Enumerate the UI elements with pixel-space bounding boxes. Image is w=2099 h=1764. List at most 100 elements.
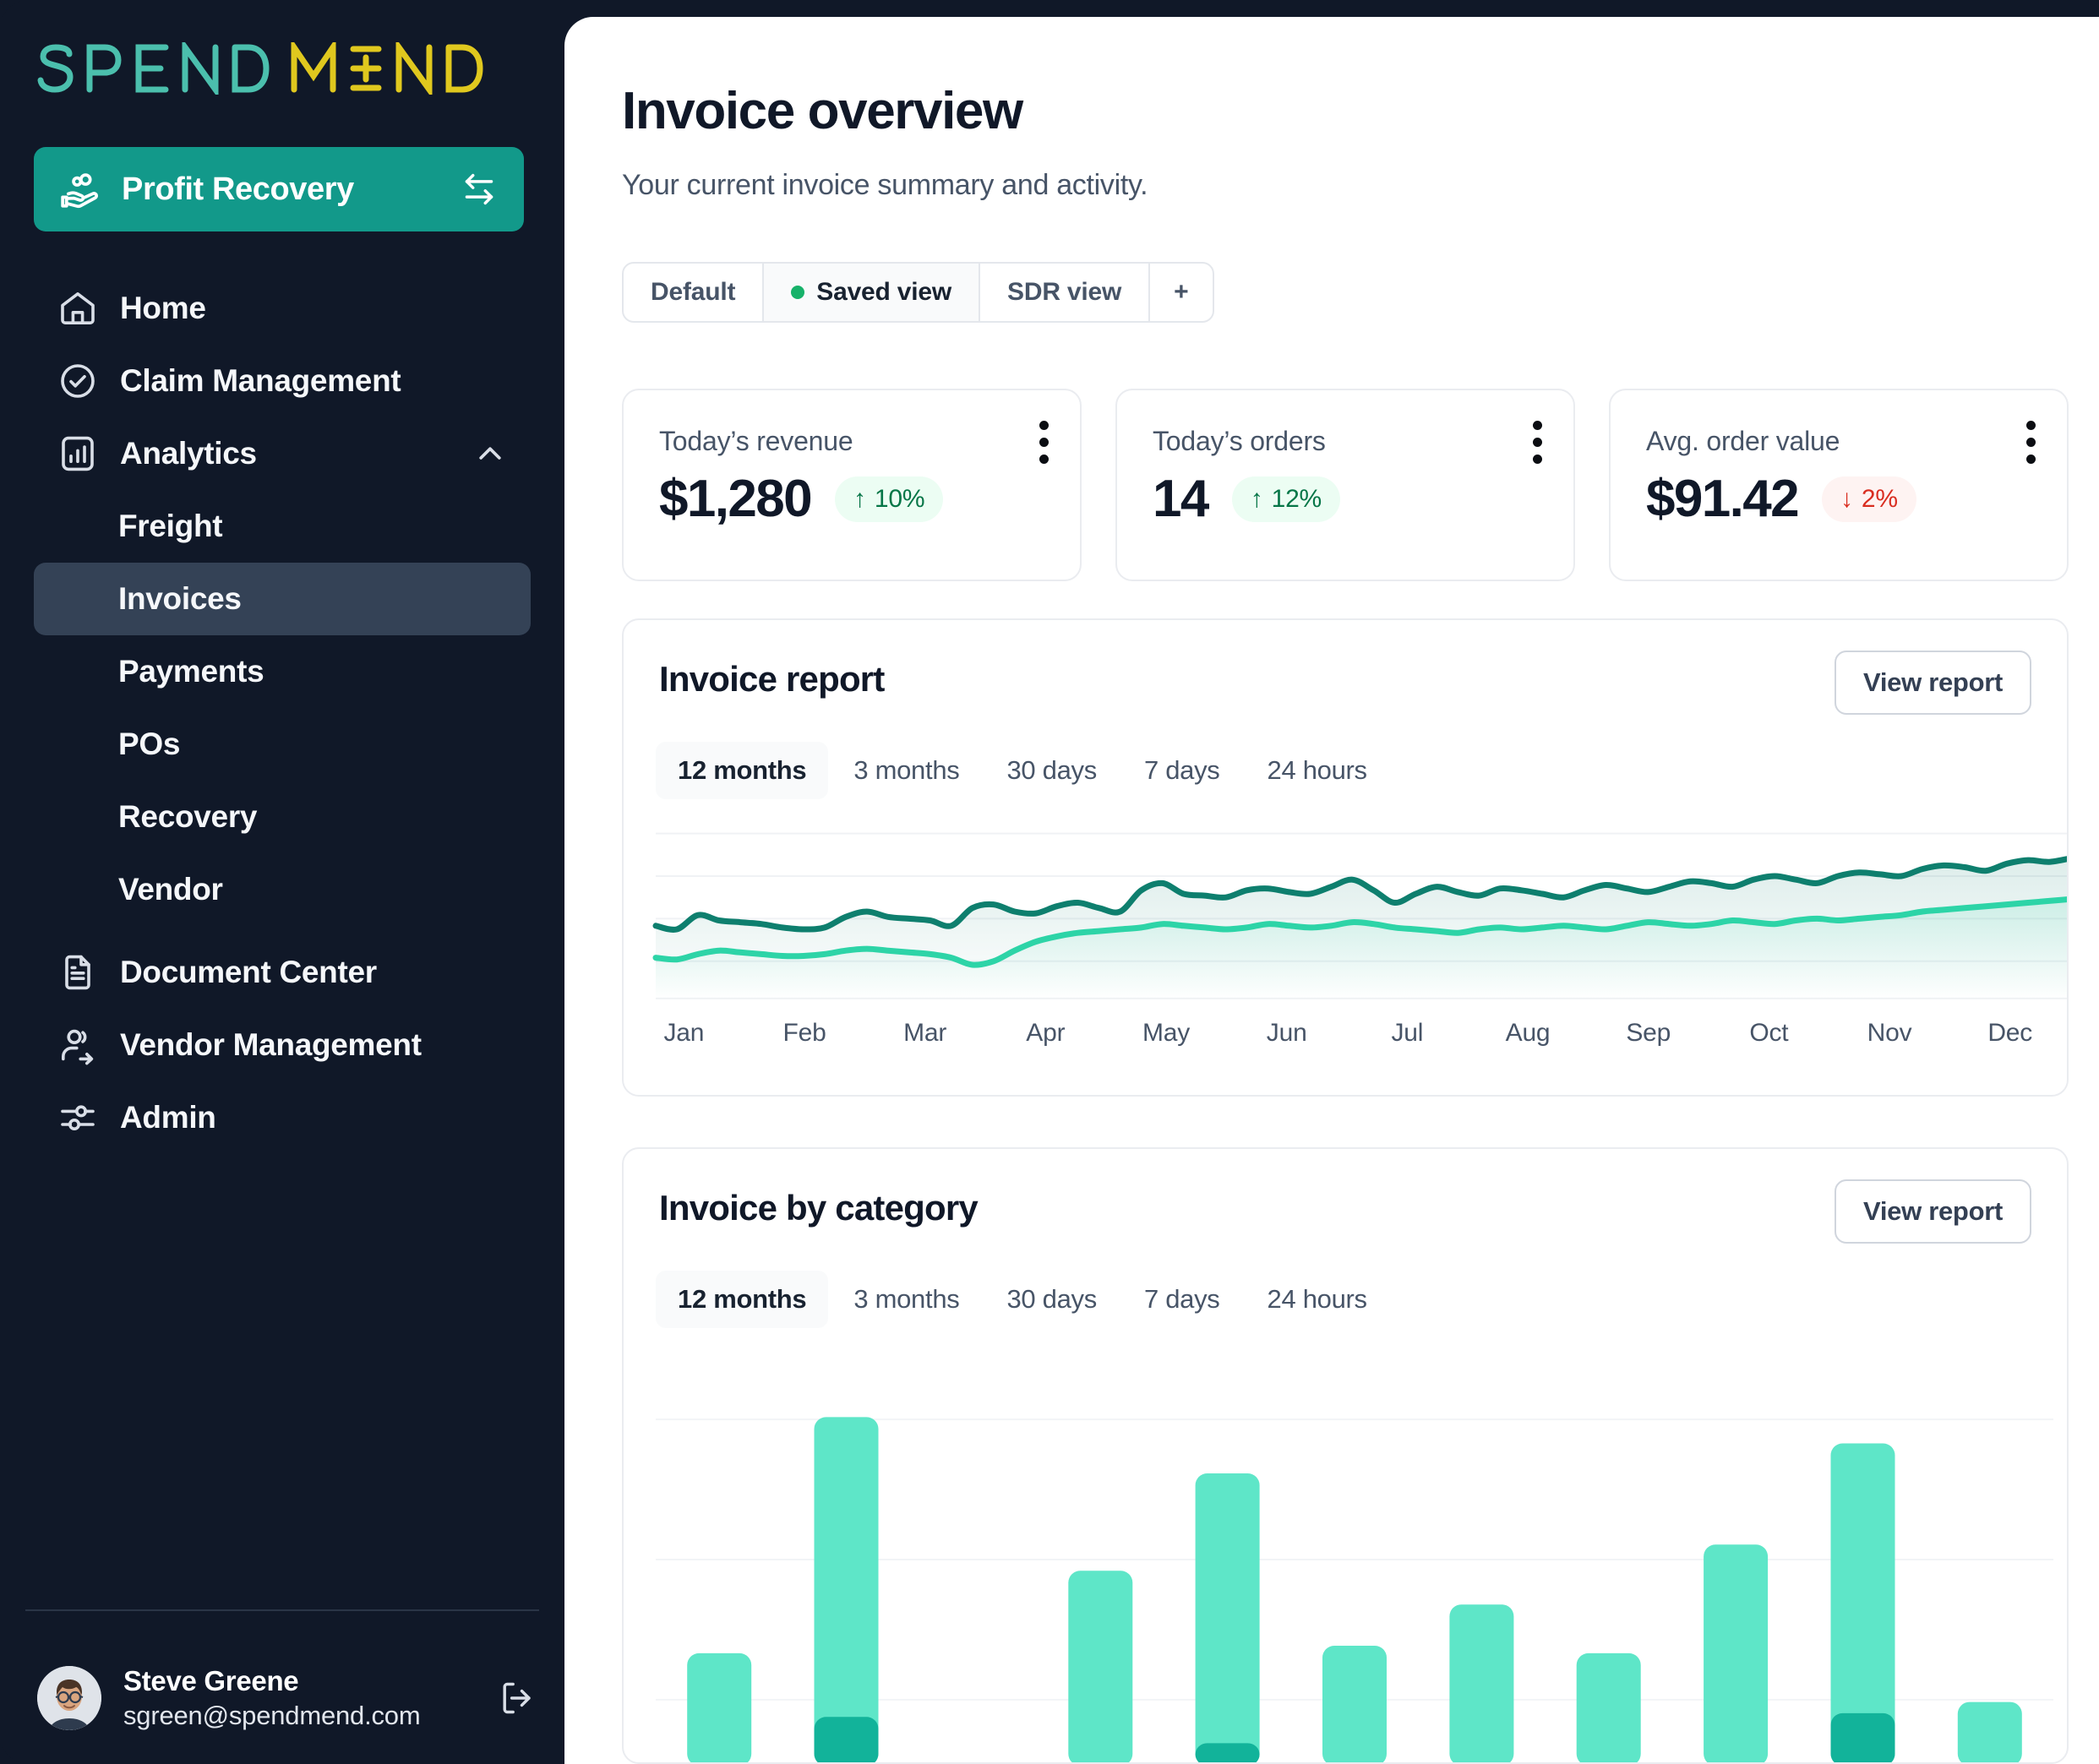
kebab-menu-icon[interactable] bbox=[1038, 421, 1050, 464]
stat-card-todays-revenue[interactable]: Today’s revenue $1,280 ↑ 10% bbox=[622, 389, 1082, 581]
sidebar-item-recovery[interactable]: Recovery bbox=[34, 781, 531, 853]
logout-button[interactable] bbox=[497, 1679, 536, 1718]
sidebar-item-label: Recovery bbox=[118, 799, 258, 834]
stat-delta: 2% bbox=[1861, 485, 1898, 513]
trend-down-arrow-icon: ↓ bbox=[1840, 485, 1853, 513]
bar-chart bbox=[624, 1345, 2067, 1762]
tab-label: Saved view bbox=[816, 278, 952, 306]
stat-card-todays-orders[interactable]: Today’s orders 14 ↑ 12% bbox=[1115, 389, 1575, 581]
range-tab-7-days[interactable]: 7 days bbox=[1122, 1271, 1242, 1328]
sidebar-item-label: Claim Management bbox=[120, 363, 401, 398]
kebab-menu-icon[interactable] bbox=[1531, 421, 1543, 464]
user-email: sgreen@spendmend.com bbox=[123, 1701, 421, 1730]
sidebar-nav: Home Claim Management Analytics Freight … bbox=[0, 272, 564, 1154]
brand-logo[interactable] bbox=[37, 42, 527, 95]
x-tick-label: Mar bbox=[903, 1019, 947, 1047]
range-tab-3-months[interactable]: 3 months bbox=[831, 1271, 981, 1328]
sidebar-item-label: Payments bbox=[118, 654, 264, 689]
chevron-up-icon[interactable] bbox=[473, 437, 507, 471]
line-chart bbox=[624, 816, 2067, 1012]
range-tab-12-months[interactable]: 12 months bbox=[656, 742, 829, 799]
trend-up-arrow-icon: ↑ bbox=[1250, 485, 1263, 513]
trend-up-arrow-icon: ↑ bbox=[853, 485, 866, 513]
user-add-icon bbox=[62, 1029, 94, 1065]
sidebar-item-invoices[interactable]: Invoices bbox=[34, 563, 531, 635]
bar-segment-primary bbox=[814, 1417, 879, 1762]
bar-segment-primary bbox=[1576, 1652, 1641, 1762]
sidebar-item-freight[interactable]: Freight bbox=[34, 490, 531, 563]
tab-sdr-view[interactable]: SDR view bbox=[980, 264, 1151, 321]
x-tick-label: Aug bbox=[1505, 1019, 1551, 1047]
x-tick-label: Jun bbox=[1266, 1019, 1307, 1047]
x-tick-label: Jan bbox=[663, 1019, 705, 1047]
avatar bbox=[37, 1666, 101, 1730]
tab-default[interactable]: Default bbox=[624, 264, 765, 321]
sidebar-item-vendor-management[interactable]: Vendor Management bbox=[34, 1009, 531, 1081]
sidebar-item-vendor[interactable]: Vendor bbox=[34, 853, 531, 926]
sidebar-item-admin[interactable]: Admin bbox=[34, 1081, 531, 1154]
kebab-menu-icon[interactable] bbox=[2025, 421, 2036, 464]
sidebar-item-label: Document Center bbox=[120, 955, 377, 989]
user-profile[interactable]: Steve Greene sgreen@spendmend.com bbox=[37, 1652, 536, 1745]
bar-segment-primary bbox=[1322, 1646, 1387, 1762]
sidebar-item-label: Invoices bbox=[118, 581, 242, 616]
stat-label: Today’s orders bbox=[1153, 426, 1326, 456]
sidebar-item-home[interactable]: Home bbox=[34, 272, 531, 345]
sidebar-item-label: Admin bbox=[120, 1100, 216, 1135]
org-switcher-label: Profit Recovery bbox=[122, 171, 354, 207]
arrow-swap-icon bbox=[465, 173, 493, 205]
stat-row: $1,280 ↑ 10% bbox=[659, 473, 1055, 525]
range-tab-3-months[interactable]: 3 months bbox=[831, 742, 981, 799]
sidebar-item-payments[interactable]: Payments bbox=[34, 635, 531, 708]
tab-saved-view[interactable]: Saved view bbox=[764, 264, 981, 321]
stat-value: $1,280 bbox=[659, 470, 813, 528]
sidebar-item-label: Home bbox=[120, 291, 206, 325]
range-tab-7-days[interactable]: 7 days bbox=[1122, 742, 1242, 799]
range-tab-12-months[interactable]: 12 months bbox=[656, 1271, 829, 1328]
view-tabs: Default Saved view SDR view + bbox=[622, 262, 1214, 323]
view-report-button[interactable]: View report bbox=[1835, 651, 2031, 715]
bar-segment-secondary bbox=[814, 1717, 879, 1762]
active-view-dot-icon bbox=[791, 286, 805, 299]
x-tick-label: Nov bbox=[1867, 1019, 1912, 1047]
status-badge: ↑ 12% bbox=[1231, 476, 1341, 522]
range-tab-30-days[interactable]: 30 days bbox=[984, 742, 1118, 799]
view-report-button[interactable]: View report bbox=[1835, 1179, 2031, 1244]
page-subtitle: Your current invoice summary and activit… bbox=[622, 169, 1148, 201]
stat-delta: 12% bbox=[1271, 485, 1322, 513]
range-tab-24-hours[interactable]: 24 hours bbox=[1246, 1271, 1389, 1328]
stat-row: $91.42 ↓ 2% bbox=[1646, 473, 2042, 525]
stat-label: Avg. order value bbox=[1646, 426, 1840, 456]
x-axis-labels: Jan Feb Mar Apr May Jun Jul Aug Sep Oct Nov Dec bbox=[624, 1019, 2067, 1048]
sidebar-item-label: POs bbox=[118, 727, 181, 761]
nav-group-spacer bbox=[0, 926, 564, 936]
hand-coins-icon bbox=[61, 173, 99, 209]
stat-row: 14 ↑ 12% bbox=[1153, 473, 1548, 525]
stat-delta: 10% bbox=[874, 485, 925, 513]
sidebar-item-analytics[interactable]: Analytics bbox=[34, 417, 531, 490]
bar-segment-primary bbox=[1957, 1701, 2022, 1762]
range-tabs-invoice-by-category: 12 months 3 months 30 days 7 days 24 hou… bbox=[656, 1271, 1389, 1328]
sidebar-item-claim-management[interactable]: Claim Management bbox=[34, 345, 531, 417]
user-info: Steve Greene sgreen@spendmend.com bbox=[123, 1665, 421, 1731]
document-icon bbox=[65, 955, 90, 990]
bar-segment-primary bbox=[1068, 1571, 1133, 1762]
sidebar: Profit Recovery Home Claim Management An… bbox=[0, 0, 564, 1764]
add-view-button[interactable]: + bbox=[1150, 264, 1212, 321]
org-switcher-profit-recovery[interactable]: Profit Recovery bbox=[34, 147, 524, 231]
status-badge: ↓ 2% bbox=[1822, 476, 1916, 522]
x-tick-label: Apr bbox=[1026, 1019, 1066, 1047]
plus-icon: + bbox=[1174, 278, 1189, 306]
bar-chart-icon bbox=[62, 436, 94, 471]
sidebar-item-document-center[interactable]: Document Center bbox=[34, 936, 531, 1009]
range-tab-24-hours[interactable]: 24 hours bbox=[1246, 742, 1389, 799]
range-tab-30-days[interactable]: 30 days bbox=[984, 1271, 1118, 1328]
sidebar-item-label: Analytics bbox=[120, 436, 257, 471]
x-tick-label: May bbox=[1142, 1019, 1191, 1047]
range-tabs-invoice-report: 12 months 3 months 30 days 7 days 24 hou… bbox=[656, 742, 1389, 799]
sidebar-item-pos[interactable]: POs bbox=[34, 708, 531, 781]
page-title: Invoice overview bbox=[622, 82, 1023, 140]
sidebar-item-label: Vendor bbox=[118, 872, 223, 906]
tab-label: Default bbox=[651, 278, 736, 306]
stat-card-avg-order-value[interactable]: Avg. order value $91.42 ↓ 2% bbox=[1609, 389, 2069, 581]
